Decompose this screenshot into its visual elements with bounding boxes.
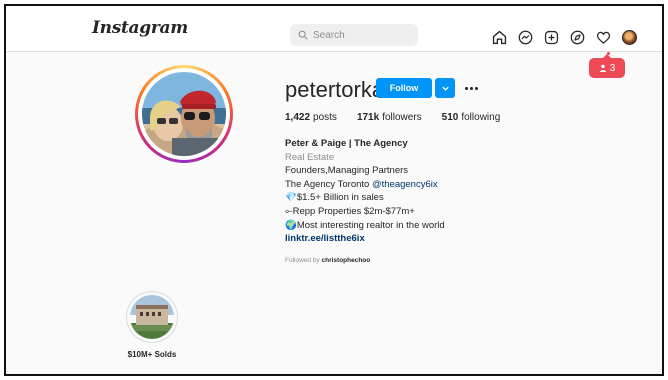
posts-count: 1,422 [285, 112, 311, 123]
search-icon [298, 30, 308, 40]
globe-icon: 🌍 [285, 219, 297, 231]
posts-stat: 1,422 posts [285, 112, 337, 123]
suggested-accounts-button[interactable] [435, 78, 455, 98]
bio-line: 🌍Most interesting realtor in the world [285, 219, 445, 233]
posts-label: posts [313, 112, 337, 123]
following-count: 510 [441, 112, 459, 123]
more-dot-icon [464, 86, 468, 90]
story-highlight[interactable] [126, 291, 178, 343]
profile-stats: 1,422 posts 171k followers 510 following [285, 112, 500, 123]
bio-external-link[interactable]: linktr.ee/listthe6ix [285, 232, 445, 246]
search-placeholder: Search [313, 29, 345, 41]
notification-count: 3 [609, 62, 616, 74]
bio-line: ⟜Repp Properties $2m-$77m+ [285, 205, 445, 219]
bio-mention-link[interactable]: @theagency6ix [372, 179, 438, 190]
bio-line-text: $1.5+ Billion in sales [296, 192, 384, 204]
followed-by-text: Followed by christophechoo [285, 257, 370, 264]
followed-by-prefix: Followed by [285, 257, 322, 264]
new-post-icon[interactable] [538, 24, 564, 50]
profile-picture-frame [138, 68, 230, 160]
home-icon[interactable] [486, 24, 512, 50]
avatar-thumbnail [621, 29, 637, 45]
bio-line: The Agency Toronto @theagency6ix [285, 178, 445, 192]
notification-badge[interactable]: 3 [589, 54, 625, 78]
bio-line: Founders,Managing Partners [285, 165, 409, 177]
messenger-icon[interactable] [512, 24, 538, 50]
profile-picture-story-ring[interactable] [135, 65, 233, 163]
highlight-label: $10M+ Solds [127, 350, 177, 359]
instagram-logo[interactable]: Instagram [92, 18, 188, 38]
top-navigation-bar: Instagram Search [6, 6, 662, 52]
follow-button[interactable]: Follow [376, 78, 432, 98]
following-label: following [461, 112, 501, 123]
followed-by-user[interactable]: christophechoo [322, 257, 371, 264]
person-icon [599, 64, 606, 72]
more-dot-icon [474, 86, 478, 90]
chevron-down-icon [441, 86, 449, 91]
profile-bio: Peter & Paige | The Agency Real Estate F… [285, 137, 445, 246]
bio-line-text: The Agency Toronto [285, 178, 372, 190]
bio-line-text: Repp Properties $2m-$77m+ [292, 205, 415, 217]
bio-category: Real Estate [285, 151, 335, 163]
bio-display-name: Peter & Paige | The Agency [285, 138, 408, 149]
bio-line: 💎$1.5+ Billion in sales [285, 191, 445, 205]
followers-stat[interactable]: 171k followers [357, 112, 422, 123]
profile-picture [142, 72, 226, 156]
followers-label: followers [382, 112, 422, 123]
more-dot-icon [469, 86, 473, 90]
browser-frame: Instagram Search 3 petertorkan Follow 1,… [4, 4, 664, 376]
following-stat[interactable]: 510 following [442, 112, 501, 123]
highlight-cover [130, 295, 174, 339]
gem-icon: 💎 [285, 192, 297, 204]
activity-heart-icon[interactable] [590, 24, 616, 50]
explore-icon[interactable] [564, 24, 590, 50]
followers-count: 171k [356, 112, 380, 123]
search-input[interactable]: Search [290, 24, 418, 46]
key-icon: ⟜ [285, 205, 293, 217]
nav-icons [486, 24, 642, 50]
bio-line-text: Most interesting realtor in the world [296, 219, 445, 231]
more-options-button[interactable] [461, 78, 481, 98]
profile-avatar[interactable] [616, 24, 642, 50]
